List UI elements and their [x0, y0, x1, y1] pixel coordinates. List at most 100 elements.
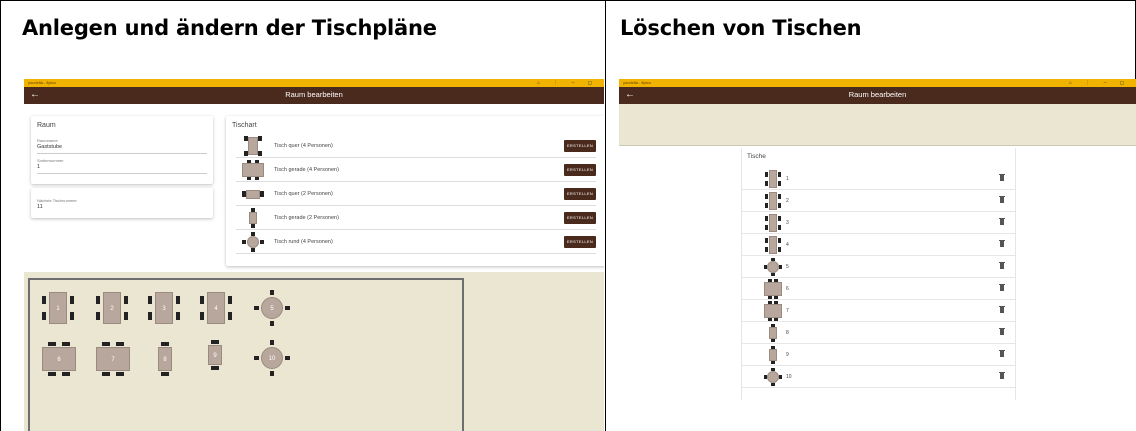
next-number-field[interactable]: 11	[37, 204, 43, 210]
trash-icon[interactable]	[999, 239, 1005, 247]
room-card: Raum Raumname Gaststube Sortiernummer 1	[31, 116, 213, 184]
left-screenshot: yourlxfia - fipico ⌂ ⋮ – ◻ ← Raum bearbe…	[24, 79, 604, 431]
floor-table[interactable]: 6	[40, 342, 78, 376]
table-number: 8	[158, 347, 172, 371]
next-number-label: Nächste Tischnummer	[37, 198, 77, 203]
table-number: 9	[786, 352, 789, 358]
create-button[interactable]: ERSTELLEN	[564, 140, 596, 152]
table-row: 9	[741, 344, 1016, 366]
trash-icon[interactable]	[999, 173, 1005, 181]
floor-table[interactable]: 7	[94, 342, 132, 376]
window-title: yourlxfia - fipico	[28, 80, 56, 85]
trash-icon[interactable]	[999, 217, 1005, 225]
table-gerade-4-icon	[238, 160, 268, 180]
table-gerade-4-icon	[763, 301, 783, 321]
window-controls[interactable]: ⌂ ⋮ – ◻	[1069, 79, 1130, 87]
table-type-row: Tisch gerade (2 Personen) ERSTELLEN	[236, 206, 596, 230]
floor-table[interactable]: 4	[200, 292, 232, 324]
trash-icon[interactable]	[999, 327, 1005, 335]
table-number: 10	[261, 347, 283, 369]
room-card-heading: Raum	[37, 122, 56, 129]
table-number: 10	[786, 374, 792, 380]
trash-icon[interactable]	[999, 261, 1005, 269]
table-type-label: Tisch quer (4 Personen)	[274, 143, 333, 149]
tables-list-heading: Tische	[747, 153, 766, 160]
trash-icon[interactable]	[999, 283, 1005, 291]
left-heading: Anlegen und ändern der Tischpläne	[22, 16, 437, 40]
table-rund-4-icon	[238, 232, 268, 252]
table-row: 8	[741, 322, 1016, 344]
floor-table[interactable]: 8	[156, 342, 174, 376]
table-number: 4	[207, 292, 225, 324]
tables-list-rows: 1 2 3 4 5 6 7 8 9 10	[741, 168, 1016, 408]
window-titlebar: yourlxfia - fipico ⌂ ⋮ – ◻	[619, 79, 1136, 87]
trash-icon[interactable]	[999, 371, 1005, 379]
table-row: 1	[741, 168, 1016, 190]
table-quer-4-icon	[763, 235, 783, 255]
sort-number-label: Sortiernummer	[37, 158, 64, 163]
app-bar-title: Raum bearbeiten	[848, 90, 907, 99]
trash-icon[interactable]	[999, 195, 1005, 203]
table-row: 10	[741, 366, 1016, 388]
table-rund-4-icon	[763, 367, 783, 387]
table-types-heading: Tischart	[232, 122, 257, 129]
table-gerade-2-icon	[238, 208, 268, 228]
table-type-row: Tisch rund (4 Personen) ERSTELLEN	[236, 230, 596, 254]
create-button[interactable]: ERSTELLEN	[564, 212, 596, 224]
table-gerade-2-icon	[763, 323, 783, 343]
table-row: 5	[741, 256, 1016, 278]
trash-icon[interactable]	[999, 305, 1005, 313]
table-quer-4-icon	[763, 191, 783, 211]
table-rund-4-icon	[763, 257, 783, 277]
table-row: 2	[741, 190, 1016, 212]
app-bar: ← Raum bearbeiten	[24, 87, 604, 104]
table-type-row: Tisch gerade (4 Personen) ERSTELLEN	[236, 158, 596, 182]
sort-number-field[interactable]: 1	[37, 164, 40, 170]
table-number: 5	[786, 264, 789, 270]
sort-number-underline	[37, 173, 207, 174]
create-button[interactable]: ERSTELLEN	[564, 236, 596, 248]
table-type-label: Tisch rund (4 Personen)	[274, 239, 333, 245]
next-number-card: Nächste Tischnummer 11	[31, 188, 213, 218]
column-divider	[605, 0, 606, 431]
table-quer-4-icon	[238, 136, 268, 156]
window-titlebar: yourlxfia - fipico ⌂ ⋮ – ◻	[24, 79, 604, 87]
floor-table[interactable]: 3	[148, 292, 180, 324]
floor-table[interactable]: 10	[254, 340, 290, 376]
right-screenshot: yourlxfia - fipico ⌂ ⋮ – ◻ ← Raum bearbe…	[619, 79, 1136, 431]
table-type-label: Tisch gerade (4 Personen)	[274, 167, 339, 173]
table-number: 3	[155, 292, 173, 324]
right-heading: Löschen von Tischen	[620, 16, 862, 40]
table-number: 6	[786, 286, 789, 292]
app-bar-title: Raum bearbeiten	[285, 90, 343, 99]
table-type-label: Tisch gerade (2 Personen)	[274, 215, 339, 221]
floor-table[interactable]: 2	[96, 292, 128, 324]
app-bar: ← Raum bearbeiten	[619, 87, 1136, 104]
table-number: 1	[786, 176, 789, 182]
floor-plan-canvas[interactable]: 1 2 3 4 5 6 7 8 9 10	[24, 272, 604, 431]
table-number: 6	[42, 347, 76, 371]
create-button[interactable]: ERSTELLEN	[564, 164, 596, 176]
table-number: 5	[261, 297, 283, 319]
floor-table[interactable]: 1	[42, 292, 74, 324]
list-left-border	[741, 148, 742, 400]
table-row: 3	[741, 212, 1016, 234]
window-title: yourlxfia - fipico	[623, 80, 651, 85]
table-number: 9	[208, 345, 222, 365]
floor-table[interactable]: 5	[254, 290, 290, 326]
table-type-row: Tisch quer (2 Personen) ERSTELLEN	[236, 182, 596, 206]
table-gerade-2-icon	[763, 345, 783, 365]
table-quer-4-icon	[763, 213, 783, 233]
trash-icon[interactable]	[999, 349, 1005, 357]
table-type-label: Tisch quer (2 Personen)	[274, 191, 333, 197]
table-number: 2	[103, 292, 121, 324]
table-quer-4-icon	[763, 169, 783, 189]
create-button[interactable]: ERSTELLEN	[564, 188, 596, 200]
room-name-label: Raumname	[37, 138, 58, 143]
room-name-field[interactable]: Gaststube	[37, 144, 62, 150]
window-controls[interactable]: ⌂ ⋮ – ◻	[537, 79, 598, 87]
list-right-border	[1015, 148, 1016, 400]
table-number: 2	[786, 198, 789, 204]
table-number: 3	[786, 220, 789, 226]
floor-table[interactable]: 9	[206, 340, 224, 370]
